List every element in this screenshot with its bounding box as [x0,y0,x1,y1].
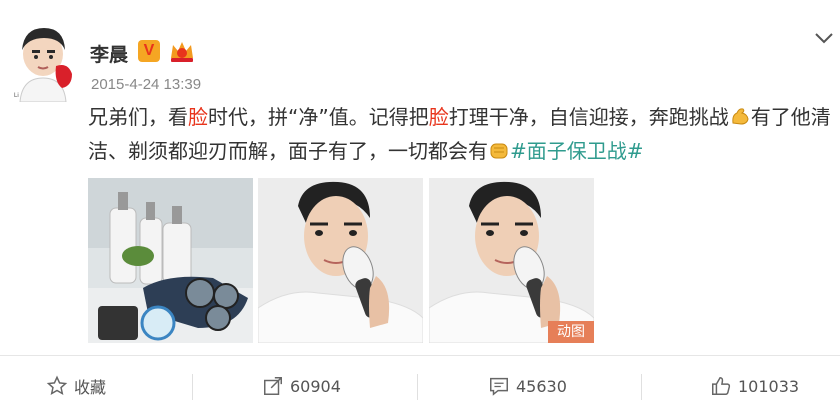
favorite-label: 收藏 [74,378,107,397]
repost-count: 60904 [290,376,341,396]
like-button[interactable]: 101033 [710,368,799,404]
repost-button[interactable]: 60904 [262,368,341,404]
fist-emoji [488,137,510,159]
weibo-post: Li 李晨 V 2015-4-24 13:39 兄弟们，看脸时代，拼“净”值。记… [0,0,840,409]
action-bar-divider [0,355,840,356]
repost-icon [264,377,282,395]
text-part-1: 兄弟们，看 [88,105,188,129]
post-image-3-gif[interactable]: 动图 [429,178,594,343]
action-separator [641,374,642,400]
hashtag-link[interactable]: #面子保卫战# [510,139,644,163]
action-separator [417,374,418,400]
gif-badge: 动图 [548,321,594,343]
star-icon [46,375,68,395]
text-part-2: 时代，拼“净”值。记得把 [208,105,429,129]
username[interactable]: 李晨 [90,40,128,67]
like-count: 101033 [738,376,800,396]
comment-button[interactable]: 45630 [488,368,567,404]
timestamp[interactable]: 2015-4-24 13:39 [91,76,201,93]
comment-count: 45630 [516,376,567,396]
text-part-3: 打理干净，自信迎接，奔跑挑战 [448,105,729,129]
flexed-biceps-emoji [729,103,751,125]
favorite-button[interactable]: 收藏 [46,368,106,404]
crown-icon [168,38,196,64]
verified-v-icon: V [138,40,160,62]
post-image-1[interactable] [88,178,253,343]
chevron-down-icon[interactable] [814,30,834,44]
post-text: 兄弟们，看脸时代，拼“净”值。记得把脸打理干净，自信迎接，奔跑挑战 有了他清洁、剃… [88,100,833,168]
thumbs-up-icon [712,377,731,395]
text-highlight-2: 脸 [428,105,449,129]
text-highlight-1: 脸 [188,105,208,129]
avatar[interactable]: Li [10,22,80,103]
post-image-2[interactable] [258,178,423,343]
comment-icon [490,377,508,396]
svg-text:Li: Li [14,93,19,99]
action-separator [192,374,193,400]
